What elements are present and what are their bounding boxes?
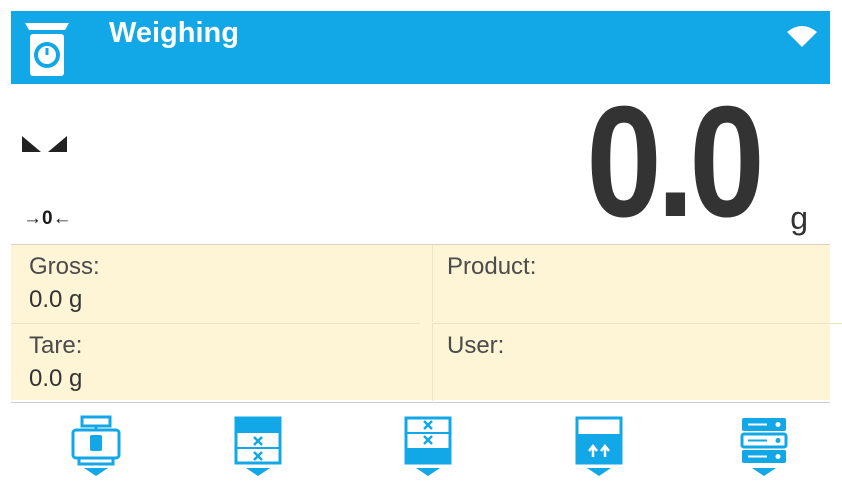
gross-label: Gross: [29,253,100,280]
user-field[interactable]: User: [432,323,842,401]
scale-icon[interactable] [25,17,69,79]
weighing-screen: Weighing →0← 0.0 g Gross: 0.0 g Product: [0,0,842,481]
databases-icon [740,418,788,476]
gross-field: Gross: 0.0 g [11,245,420,322]
tare-label: Tare: [29,332,83,359]
gross-value: 0.0 g [29,286,83,313]
user-database-button[interactable] [401,413,455,479]
product-label: Product: [447,253,537,280]
export-button[interactable] [572,413,626,479]
weight-value: 0.0 [586,74,766,250]
function-button-bar [11,402,830,481]
product-database-button[interactable] [231,413,285,479]
screen-title: Weighing [109,17,239,49]
export-icon [575,416,623,476]
tare-button[interactable] [69,413,123,479]
tare-value: 0.0 g [29,365,83,392]
databases-button[interactable] [737,413,791,479]
product-field[interactable]: Product: [432,245,842,322]
zero-indicator: →0← [23,208,72,229]
wifi-icon [786,24,818,48]
product-database-icon [234,416,282,476]
stable-indicator-icon [22,136,67,152]
info-panel: Gross: 0.0 g Product: Tare: 0.0 g User: [11,244,842,401]
user-label: User: [447,332,505,359]
weighing-display: →0← 0.0 g [11,74,830,250]
tare-field: Tare: 0.0 g [11,323,420,401]
user-database-icon [404,416,452,476]
tare-weight-icon [71,415,121,476]
weight-unit: g [790,200,808,236]
